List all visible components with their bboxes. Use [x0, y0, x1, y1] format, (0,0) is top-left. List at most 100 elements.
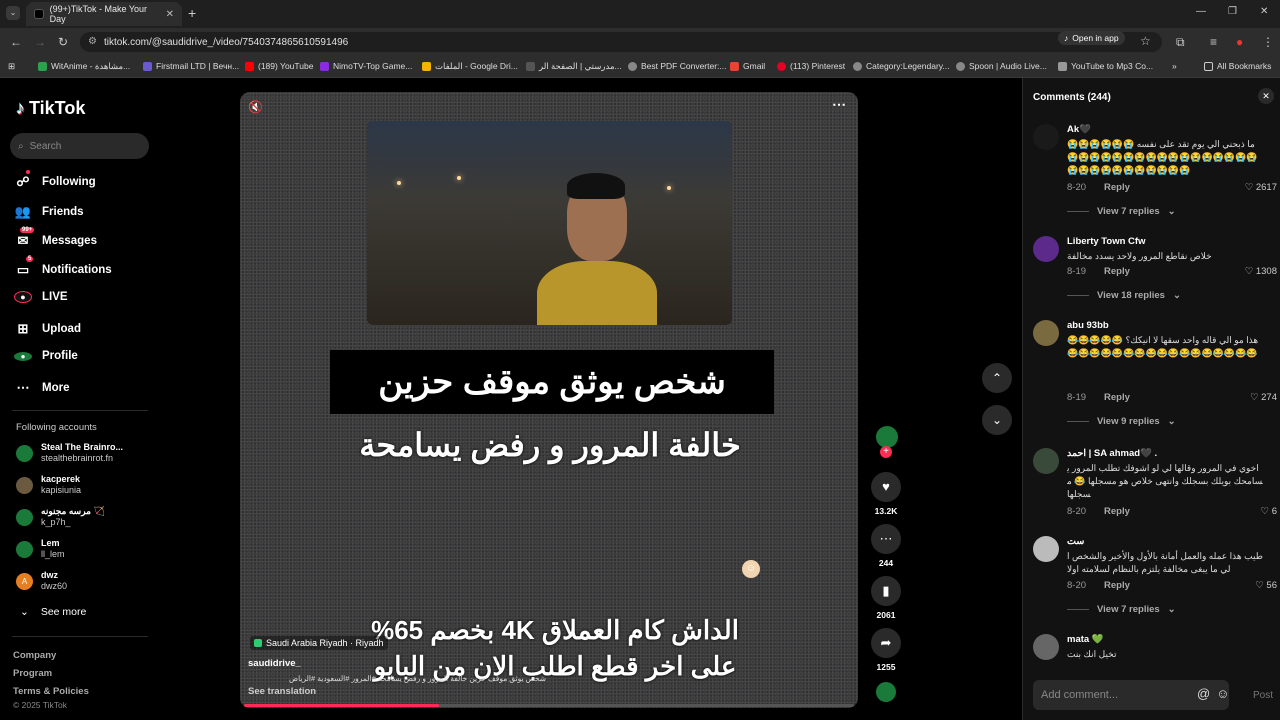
- reply-button[interactable]: Reply: [1104, 506, 1130, 517]
- url-bar[interactable]: ⚙ tiktok.com/@saudidrive_/video/75403748…: [80, 32, 1162, 52]
- comment-like-button[interactable]: ♡ 1308: [1245, 266, 1277, 277]
- bookmark-item[interactable]: مدرستي | الصفحة الر...: [526, 61, 622, 72]
- view-replies-button[interactable]: View 7 replies ⌄: [1067, 206, 1176, 217]
- nav-messages[interactable]: ✉ 99+ Messages: [14, 227, 97, 249]
- footer-link[interactable]: Program: [13, 668, 52, 679]
- avatar[interactable]: [1033, 124, 1059, 150]
- share-button[interactable]: ➦ 1255: [868, 628, 904, 672]
- nav-more[interactable]: ⋯ More: [14, 380, 70, 396]
- creator-avatar[interactable]: [876, 426, 898, 448]
- search-input[interactable]: ⌕ Search: [10, 133, 149, 159]
- following-account[interactable]: kacperek kapisiunia: [16, 474, 81, 496]
- bookmarks-overflow-icon[interactable]: »: [1172, 61, 1177, 71]
- nav-notifications[interactable]: ▭ 5 Notifications: [14, 256, 112, 278]
- apps-icon[interactable]: ⊞: [8, 61, 15, 72]
- reply-button[interactable]: Reply: [1104, 392, 1130, 403]
- chrome-menu-icon[interactable]: ⋮: [1262, 35, 1274, 49]
- forward-icon[interactable]: →: [34, 35, 46, 49]
- comment-like-button[interactable]: ♡ 56: [1255, 580, 1277, 591]
- following-account[interactable]: Lem ll_lem: [16, 538, 65, 560]
- restore-icon[interactable]: ❐: [1228, 6, 1237, 17]
- like-button[interactable]: ♥ 13.2K: [868, 472, 904, 516]
- view-replies-button[interactable]: View 9 replies ⌄: [1067, 416, 1176, 427]
- video-author[interactable]: saudidrive_: [248, 658, 301, 669]
- avatar[interactable]: [1033, 448, 1059, 474]
- nav-profile[interactable]: ● Profile: [14, 350, 78, 362]
- comment-author[interactable]: ست: [1067, 536, 1084, 547]
- bookmark-item[interactable]: الملفات - Google Dri...: [422, 61, 518, 72]
- profile-avatar-icon[interactable]: ●: [1236, 35, 1243, 49]
- close-comments-icon[interactable]: ✕: [1258, 88, 1274, 104]
- bookmark-star-icon[interactable]: ☆: [1140, 34, 1151, 48]
- bookmark-item[interactable]: Category:Legendary...: [853, 61, 949, 71]
- all-bookmarks-button[interactable]: All Bookmarks: [1204, 61, 1271, 71]
- emoji-icon[interactable]: ☺: [1216, 686, 1229, 701]
- view-replies-button[interactable]: View 18 replies ⌄: [1067, 290, 1181, 301]
- see-translation-link[interactable]: See translation: [248, 686, 316, 697]
- browser-tab-active[interactable]: (99+)TikTok - Make Your Day ✕: [26, 2, 182, 26]
- media-controls-icon[interactable]: ≡: [1210, 35, 1217, 49]
- comment-author[interactable]: Liberty Town Cfw: [1067, 236, 1145, 247]
- open-in-app-button[interactable]: ♪ Open in app: [1058, 31, 1125, 45]
- following-account[interactable]: Adwz dwz60: [16, 570, 67, 592]
- avatar[interactable]: [1033, 236, 1059, 262]
- avatar[interactable]: [1033, 320, 1059, 346]
- site-info-icon[interactable]: ⚙: [88, 36, 97, 47]
- comment-author[interactable]: mata 💚: [1067, 634, 1104, 645]
- video-progress-bar[interactable]: [244, 704, 854, 707]
- bookmark-item[interactable]: Spoon | Audio Live...: [956, 61, 1047, 71]
- close-tab-icon[interactable]: ✕: [166, 9, 174, 20]
- comment-author[interactable]: abu 93bb: [1067, 320, 1109, 331]
- comment-like-button[interactable]: ♡ 6: [1261, 506, 1277, 517]
- nav-following[interactable]: ☍ Following: [14, 170, 96, 190]
- mute-icon[interactable]: 🔇: [248, 100, 263, 114]
- footer-link[interactable]: Company: [13, 650, 56, 661]
- comment-author[interactable]: احمد | SA ahmad🖤 .: [1067, 448, 1157, 459]
- bookmark-item[interactable]: Firstmail LTD | Вечн...: [143, 61, 239, 71]
- tab-search-icon[interactable]: ⌄: [6, 6, 20, 20]
- reply-button[interactable]: Reply: [1104, 266, 1130, 277]
- view-replies-button[interactable]: View 7 replies ⌄: [1067, 604, 1176, 615]
- follow-plus-icon[interactable]: +: [880, 446, 892, 458]
- comment-like-button[interactable]: ♡ 2617: [1245, 182, 1277, 193]
- mention-icon[interactable]: @: [1197, 686, 1210, 701]
- reply-button[interactable]: Reply: [1104, 580, 1130, 591]
- comment-button[interactable]: ⋯ 244: [868, 524, 904, 568]
- avatar: [16, 444, 33, 462]
- back-icon[interactable]: ←: [10, 35, 22, 49]
- reply-button[interactable]: Reply: [1104, 182, 1130, 193]
- nav-friends[interactable]: 👥 Friends: [14, 204, 84, 220]
- bookmark-item[interactable]: (113) Pinterest: [777, 61, 845, 71]
- bookmark-item[interactable]: Best PDF Converter:...: [628, 61, 727, 71]
- previous-video-chevron-up-icon[interactable]: ⌃: [982, 363, 1012, 393]
- next-video-chevron-down-icon[interactable]: ⌄: [982, 405, 1012, 435]
- minimize-icon[interactable]: —: [1196, 6, 1206, 17]
- tiktok-logo[interactable]: ♪ TikTok: [16, 98, 85, 119]
- close-window-icon[interactable]: ✕: [1260, 6, 1268, 17]
- new-tab-icon[interactable]: +: [188, 5, 196, 21]
- avatar[interactable]: [1033, 536, 1059, 562]
- bookmark-item[interactable]: WitAnime - مشاهدة...: [38, 61, 130, 72]
- save-button[interactable]: ▮ 2061: [868, 576, 904, 620]
- bookmark-favicon-icon: [320, 61, 329, 71]
- bookmark-item[interactable]: YouTube to Mp3 Co...: [1058, 61, 1153, 71]
- post-button[interactable]: Post: [1253, 690, 1273, 701]
- nav-live[interactable]: ● LIVE: [14, 291, 68, 303]
- video-more-icon[interactable]: ⋯: [832, 96, 846, 113]
- video-player[interactable]: شخص يوثق موقف حزين خالفة المرور و رفض يس…: [240, 92, 858, 708]
- bookmark-item[interactable]: NimoTV-Top Game...: [320, 61, 412, 71]
- bookmark-item[interactable]: Gmail: [730, 61, 765, 71]
- music-disc-icon[interactable]: [876, 682, 896, 702]
- bookmark-item[interactable]: (189) YouTube: [245, 61, 313, 71]
- footer-link[interactable]: Terms & Policies: [13, 686, 89, 697]
- comment-author[interactable]: Ak🖤: [1067, 124, 1091, 135]
- extensions-icon[interactable]: ⧉: [1176, 35, 1185, 50]
- reload-icon[interactable]: ↻: [58, 35, 68, 49]
- see-more-button[interactable]: ⌄ See more: [20, 606, 86, 618]
- comment-like-button[interactable]: ♡ 274: [1250, 392, 1277, 403]
- following-account[interactable]: مرسه مجنونه 🏹 k_p7h_: [16, 506, 105, 528]
- following-account[interactable]: Steal The Brainro... stealthebrainrot.fn: [16, 442, 123, 464]
- nav-upload[interactable]: ⊞ Upload: [14, 321, 81, 337]
- location-tag[interactable]: Saudi Arabia Riyadh · Riyadh: [250, 636, 388, 650]
- avatar[interactable]: [1033, 634, 1059, 660]
